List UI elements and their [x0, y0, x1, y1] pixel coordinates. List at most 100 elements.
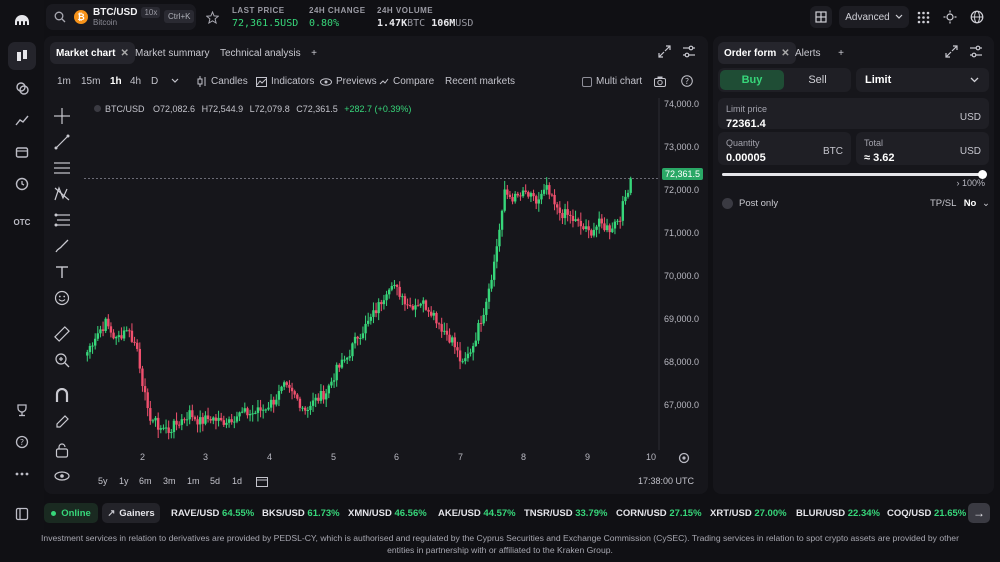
tab-market-chart[interactable]: Market chart ✕: [50, 42, 135, 64]
utc-clock[interactable]: 17:38:00 UTC: [638, 476, 694, 486]
advanced-mode-button[interactable]: Advanced: [839, 6, 909, 28]
tpsl-select[interactable]: TP/SL No ⌄: [930, 198, 990, 209]
sell-button[interactable]: Sell: [786, 70, 849, 90]
candle-body: [298, 398, 302, 408]
theme-sun-icon[interactable]: [943, 10, 957, 24]
settings-sliders-icon[interactable]: [969, 45, 983, 58]
layout-grid-button[interactable]: [810, 6, 832, 28]
brush-icon[interactable]: [52, 236, 72, 256]
kraken-logo-icon[interactable]: [8, 6, 36, 34]
range-5y[interactable]: 5y: [98, 476, 108, 486]
candle-body: [209, 419, 212, 421]
timeframe-1m[interactable]: 1m: [57, 76, 71, 87]
ticker-item[interactable]: COQ/USD 21.65%: [887, 508, 966, 519]
expand-icon[interactable]: [945, 45, 958, 58]
ticker-item[interactable]: CORN/USD 27.15%: [616, 508, 702, 519]
tab-alerts[interactable]: Alerts: [789, 42, 827, 64]
amount-slider[interactable]: [722, 170, 987, 179]
trend-line-icon[interactable]: [52, 132, 72, 152]
camera-icon[interactable]: [654, 76, 666, 87]
otc-link[interactable]: OTC: [8, 208, 36, 236]
trophy-icon[interactable]: [8, 396, 36, 424]
emoji-icon[interactable]: [52, 288, 72, 308]
quantity-value[interactable]: 0.00005: [726, 152, 766, 164]
range-5d[interactable]: 5d: [210, 476, 220, 486]
range-6m[interactable]: 6m: [139, 476, 152, 486]
more-icon[interactable]: [8, 460, 36, 488]
recent-markets-button[interactable]: Recent markets: [445, 76, 515, 87]
ruler-icon[interactable]: [52, 324, 72, 344]
multi-chart-toggle[interactable]: Multi chart: [582, 76, 642, 87]
ticker-item[interactable]: TNSR/USD 33.79%: [524, 508, 607, 519]
range-1y[interactable]: 1y: [119, 476, 129, 486]
help-icon[interactable]: ?: [8, 428, 36, 456]
ticker-item[interactable]: BKS/USD 61.73%: [262, 508, 340, 519]
axis-settings-gear-icon[interactable]: [678, 452, 690, 464]
analytics-icon[interactable]: [8, 106, 36, 134]
price-chart[interactable]: [84, 98, 660, 450]
compare-button[interactable]: Compare: [379, 76, 434, 87]
gainers-filter[interactable]: ↗ Gainers: [102, 503, 160, 523]
ticker-item[interactable]: AKE/USD 44.57%: [438, 508, 516, 519]
add-tab-button[interactable]: +: [302, 42, 326, 64]
x-tick: 2: [140, 452, 146, 462]
pattern-icon[interactable]: [52, 184, 72, 204]
close-icon[interactable]: ✕: [120, 48, 128, 59]
last-price-unit: USD: [280, 18, 299, 29]
magnet-icon[interactable]: [52, 386, 72, 406]
order-type-select[interactable]: Limit: [856, 68, 989, 92]
indicators-button[interactable]: Indicators: [256, 76, 314, 87]
timeframe-4h[interactable]: 4h: [130, 76, 141, 87]
horizontal-lines-icon[interactable]: [52, 158, 72, 178]
draw-lock-pencil-icon[interactable]: [52, 412, 72, 432]
multi-chart-checkbox[interactable]: [582, 76, 592, 87]
post-only-radio[interactable]: [722, 198, 733, 209]
ticker-item[interactable]: BLUR/USD 22.34%: [796, 508, 880, 519]
calendar-range-icon[interactable]: [256, 476, 268, 487]
quantity-field[interactable]: Quantity 0.00005 BTC: [718, 132, 851, 165]
total-field[interactable]: Total ≈ 3.62 USD: [856, 132, 989, 165]
expand-icon[interactable]: [658, 45, 671, 58]
range-1m[interactable]: 1m: [187, 476, 200, 486]
ticker-item[interactable]: XRT/USD 27.00%: [710, 508, 787, 519]
collapse-sidebar-icon[interactable]: [8, 500, 36, 528]
timeframe-d[interactable]: D: [151, 76, 158, 87]
portfolio-icon[interactable]: [8, 74, 36, 102]
timeframe-dropdown-chevron-icon[interactable]: [171, 78, 179, 84]
shortcut-hint: Ctrl+K: [164, 10, 195, 23]
market-selector[interactable]: ₿ BTC/USD 10x Bitcoin Ctrl+K: [46, 4, 196, 30]
settings-sliders-icon[interactable]: [682, 45, 696, 58]
tab-order-form[interactable]: Order form ✕: [718, 42, 796, 64]
total-value[interactable]: ≈ 3.62: [864, 152, 895, 164]
language-globe-icon[interactable]: [970, 10, 984, 24]
zoom-in-icon[interactable]: [52, 350, 72, 370]
apps-grid-icon[interactable]: [917, 11, 930, 24]
lock-icon[interactable]: [52, 440, 72, 460]
ticker-item[interactable]: RAVE/USD 64.55%: [171, 508, 254, 519]
text-tool-icon[interactable]: [52, 262, 72, 282]
history-icon[interactable]: [8, 170, 36, 198]
ticker-item[interactable]: XMN/USD 46.56%: [348, 508, 427, 519]
add-tab-button[interactable]: +: [829, 42, 853, 64]
status-badge[interactable]: Online: [44, 503, 98, 523]
range-3m[interactable]: 3m: [163, 476, 176, 486]
timeframe-1h[interactable]: 1h: [110, 76, 122, 87]
tab-technical-analysis[interactable]: Technical analysis: [214, 42, 307, 64]
range-1d[interactable]: 1d: [232, 476, 242, 486]
timeframe-15m[interactable]: 15m: [81, 76, 100, 87]
candles-button[interactable]: Candles: [197, 76, 248, 87]
help-icon[interactable]: ?: [681, 75, 693, 87]
favorite-star-icon[interactable]: [206, 11, 219, 24]
wallet-icon[interactable]: [8, 138, 36, 166]
candle-body: [411, 305, 415, 310]
buy-button[interactable]: Buy: [720, 70, 784, 90]
crosshair-icon[interactable]: [52, 106, 72, 126]
previews-button[interactable]: Previews: [320, 76, 377, 87]
limit-price-value[interactable]: 72361.4: [726, 118, 766, 130]
fib-retracement-icon[interactable]: [52, 210, 72, 230]
ticker-next-arrow-icon[interactable]: →: [968, 503, 990, 523]
limit-price-field[interactable]: Limit price 72361.4 USD: [718, 98, 989, 130]
visibility-eye-icon[interactable]: [52, 466, 72, 486]
trade-icon[interactable]: [8, 42, 36, 70]
tab-market-summary[interactable]: Market summary: [129, 42, 215, 64]
